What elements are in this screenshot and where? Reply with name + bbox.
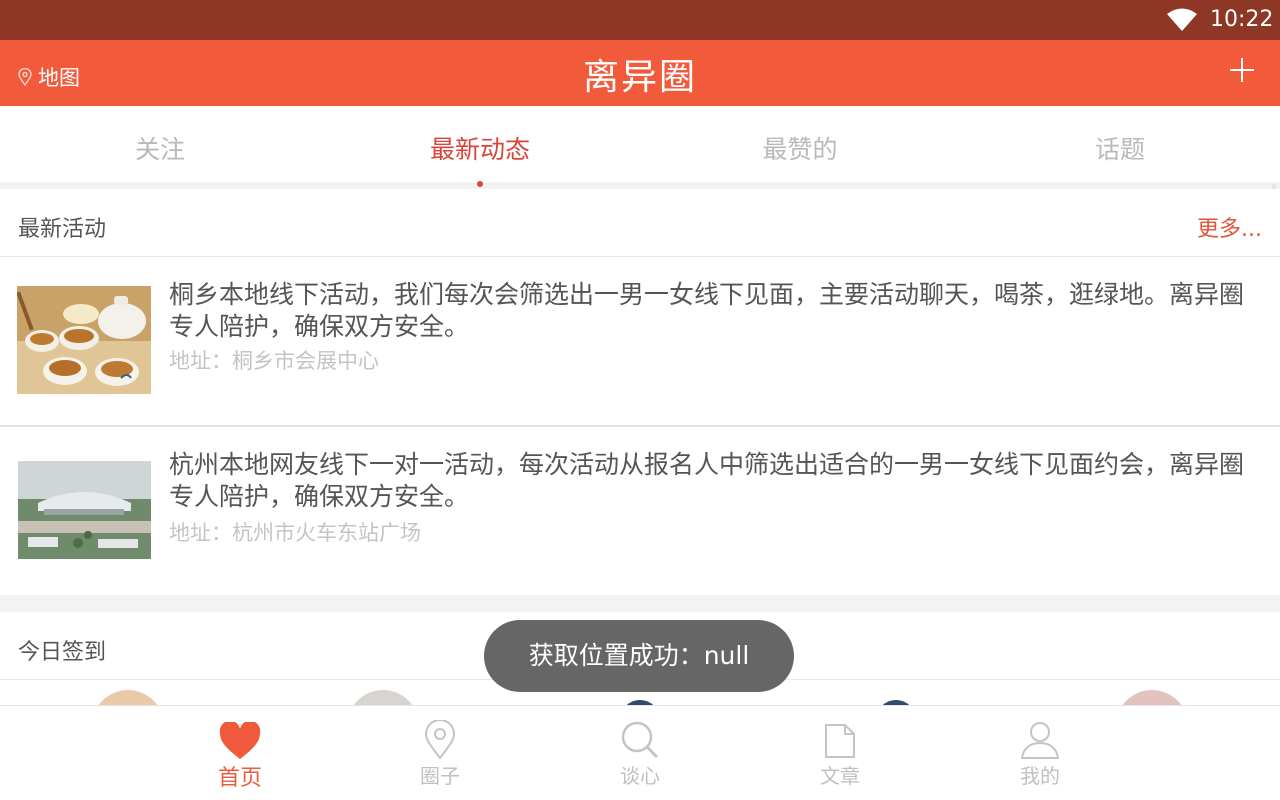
page-title: 离异圈 <box>582 57 697 98</box>
tab-label: 关注 <box>134 135 185 164</box>
section-title: 今日签到 <box>18 640 107 665</box>
plus-icon[interactable] <box>1228 56 1256 84</box>
nav-profile[interactable]: 我的 <box>990 718 1090 789</box>
toast-message: 获取位置成功：null <box>484 620 794 692</box>
activity-address: 地址：桐乡市会展中心 <box>169 349 379 373</box>
nav-home[interactable]: 首页 <box>190 718 290 792</box>
tab-follow[interactable]: 关注 <box>0 130 320 166</box>
document-icon <box>825 724 855 758</box>
section-header: 最新活动 更多... <box>0 189 1280 257</box>
activity-address: 地址：杭州市火车东站广场 <box>169 521 421 545</box>
nav-label: 圈子 <box>420 764 460 788</box>
nav-chat[interactable]: 谈心 <box>590 718 690 789</box>
tab-topics[interactable]: 话题 <box>960 130 1280 166</box>
tab-bar: 关注 最新动态 最赞的 话题 <box>0 106 1280 187</box>
nav-label: 文章 <box>820 764 860 788</box>
tab-label: 最赞的 <box>762 135 838 164</box>
nav-label: 我的 <box>1020 764 1060 788</box>
activity-item[interactable]: 桐乡本地线下活动，我们每次会筛选出一男一女线下见面，主要活动聊天，喝茶，逛绿地。… <box>0 257 1280 427</box>
tab-label: 话题 <box>1094 135 1145 164</box>
nav-label: 首页 <box>217 766 262 791</box>
activity-description: 杭州本地网友线下一对一活动，每次活动从报名人中筛选出适合的一男一女线下见面约会，… <box>169 450 1245 511</box>
railway-station-photo <box>18 461 151 559</box>
tab-most-liked[interactable]: 最赞的 <box>640 130 960 166</box>
tab-latest[interactable]: 最新动态 <box>320 130 640 187</box>
nav-articles[interactable]: 文章 <box>790 718 890 789</box>
more-link[interactable]: 更多... <box>1197 211 1262 243</box>
section-title: 最新活动 <box>18 217 107 242</box>
app-header: 地图 离异圈 <box>0 40 1280 106</box>
activity-description: 桐乡本地线下活动，我们每次会筛选出一男一女线下见面，主要活动聊天，喝茶，逛绿地。… <box>169 280 1245 341</box>
activity-item[interactable]: 杭州本地网友线下一对一活动，每次活动从报名人中筛选出适合的一男一女线下见面约会，… <box>0 427 1280 595</box>
search-icon <box>621 721 659 759</box>
tea-set-photo <box>17 286 151 394</box>
active-tab-indicator <box>477 181 483 187</box>
location-pin-icon <box>424 720 456 760</box>
heart-icon <box>219 722 261 759</box>
status-time: 10:22 <box>1210 7 1274 32</box>
latest-activity-section: 最新活动 更多... 桐乡本地线下活动，我们每次会筛选出一男一女线下见面，主要活… <box>0 189 1280 595</box>
wifi-icon <box>1167 8 1197 31</box>
bottom-nav: 首页 圈子 谈心 文章 我的 <box>0 705 1280 800</box>
tab-label: 最新动态 <box>429 135 530 164</box>
nav-circle[interactable]: 圈子 <box>390 718 490 789</box>
status-bar: 10:22 <box>0 0 1280 40</box>
nav-label: 谈心 <box>620 764 660 788</box>
person-icon <box>1020 722 1060 759</box>
